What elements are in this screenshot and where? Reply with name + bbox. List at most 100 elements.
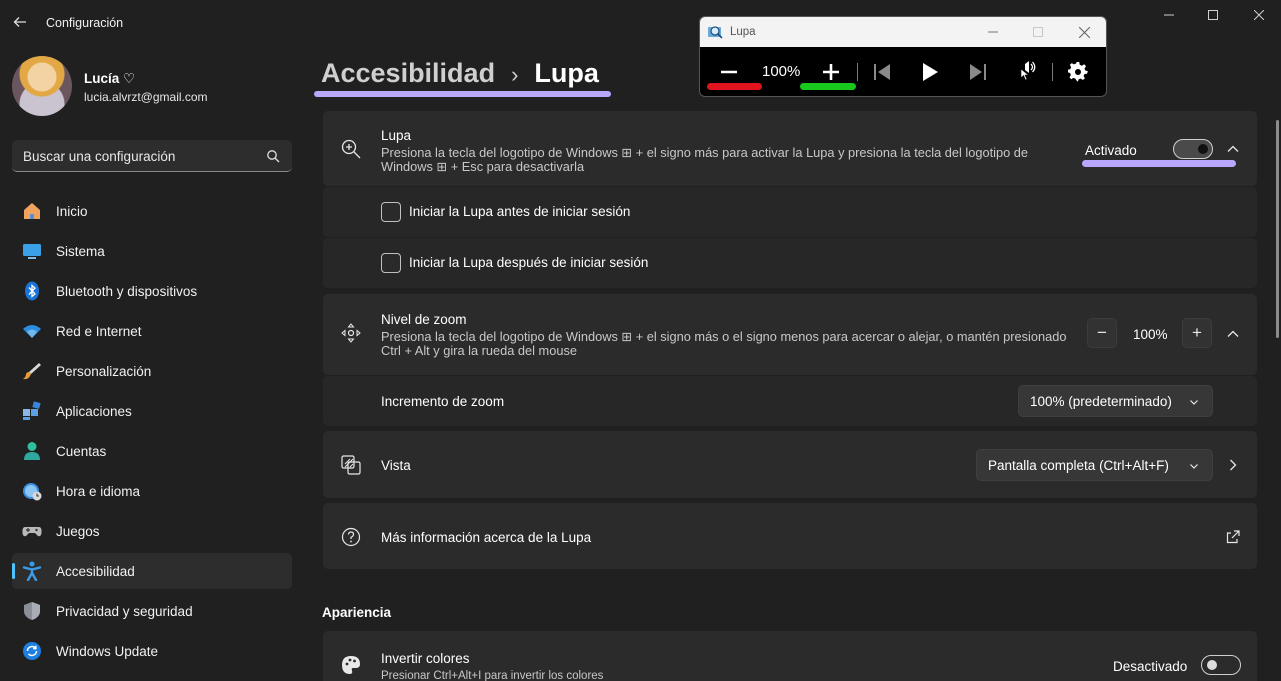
more-info-title: Más información acerca de la Lupa xyxy=(381,530,592,545)
update-icon xyxy=(23,642,41,660)
sidebar-item-label: Juegos xyxy=(56,524,100,539)
scrollbar[interactable] xyxy=(1276,120,1279,338)
close-button[interactable] xyxy=(1239,4,1279,26)
magnifier-window: Lupa 100% xyxy=(699,16,1107,97)
sidebar-item-red[interactable]: Red e Internet xyxy=(12,313,292,349)
user-email: lucia.alvrzt@gmail.com xyxy=(84,90,208,104)
sidebar-item-label: Windows Update xyxy=(56,644,159,659)
sidebar-item-label: Inicio xyxy=(56,204,88,219)
magnifier-maximize-button[interactable] xyxy=(1028,23,1048,41)
magnifier-play-button[interactable] xyxy=(915,57,945,87)
back-button[interactable] xyxy=(8,10,32,34)
view-mode-dropdown[interactable]: Pantalla completa (Ctrl+Alt+F) xyxy=(976,449,1213,481)
sidebar-item-cuentas[interactable]: Cuentas xyxy=(12,433,292,469)
toggle-knob xyxy=(1198,144,1208,154)
chevron-up-icon[interactable] xyxy=(1225,326,1241,342)
option-row: Iniciar la Lupa antes de iniciar sesión xyxy=(323,187,1257,237)
invert-colors-toggle[interactable] xyxy=(1201,655,1241,675)
zoom-level-card[interactable]: Nivel de zoom Presiona la tecla del logo… xyxy=(323,294,1257,375)
section-title: Apariencia xyxy=(322,605,392,620)
view-mode-icon xyxy=(341,455,361,475)
option-row: Iniciar la Lupa después de iniciar sesió… xyxy=(323,238,1257,288)
sidebar-item-label: Red e Internet xyxy=(56,324,142,339)
magnifier-toggle[interactable] xyxy=(1173,139,1213,159)
minimize-icon xyxy=(1164,14,1174,16)
magnifier-read-from-here-button[interactable] xyxy=(1012,57,1042,87)
zoom-increment-dropdown[interactable]: 100% (predeterminado) xyxy=(1018,385,1213,417)
sidebar-item-label: Sistema xyxy=(56,244,105,259)
sidebar-item-juegos[interactable]: Juegos xyxy=(12,513,292,549)
sidebar-item-label: Bluetooth y dispositivos xyxy=(56,284,198,299)
globe-clock-icon xyxy=(23,483,42,501)
external-link-icon[interactable] xyxy=(1225,529,1241,545)
sidebar-item-sistema[interactable]: Sistema xyxy=(12,233,292,269)
toolbar-separator xyxy=(857,63,858,81)
magnifier-window-titlebar[interactable]: Lupa xyxy=(700,17,1106,47)
checkbox-before-signin[interactable] xyxy=(381,202,401,222)
skip-back-icon xyxy=(874,64,890,80)
highlight-underline xyxy=(314,91,611,97)
arrow-left-icon xyxy=(13,17,26,27)
toggle-knob xyxy=(1207,660,1217,670)
monitor-icon xyxy=(23,244,41,259)
zoom-increase-button[interactable]: + xyxy=(1182,318,1212,348)
sidebar-item-bluetooth[interactable]: Bluetooth y dispositivos xyxy=(12,273,292,309)
magnifier-settings-button[interactable] xyxy=(1063,57,1093,87)
wifi-icon xyxy=(23,325,41,338)
invert-colors-card[interactable]: Invertir colores Presionar Ctrl+Alt+I pa… xyxy=(323,631,1257,681)
zoom-in-icon xyxy=(341,139,361,159)
breadcrumb-parent[interactable]: Accesibilidad xyxy=(321,58,495,89)
search-icon xyxy=(267,150,280,163)
person-icon xyxy=(24,442,40,460)
checkbox-label: Iniciar la Lupa después de iniciar sesió… xyxy=(409,255,649,270)
chevron-up-icon[interactable] xyxy=(1225,141,1241,157)
avatar[interactable] xyxy=(12,56,72,116)
read-from-cursor-icon xyxy=(1020,61,1036,81)
view-title: Vista xyxy=(381,458,411,473)
palette-icon xyxy=(342,656,360,674)
zoom-title: Nivel de zoom xyxy=(381,312,467,327)
magnifier-minimize-button[interactable] xyxy=(983,23,1003,41)
sidebar-item-accesibilidad[interactable]: Accesibilidad xyxy=(12,553,292,589)
view-card[interactable]: Vista Pantalla completa (Ctrl+Alt+F) xyxy=(323,431,1257,498)
minimize-button[interactable] xyxy=(1149,4,1189,26)
dropdown-value: Pantalla completa (Ctrl+Alt+F) xyxy=(988,458,1169,473)
more-info-card[interactable]: Más información acerca de la Lupa xyxy=(323,503,1257,569)
sidebar-item-aplicaciones[interactable]: Aplicaciones xyxy=(12,393,292,429)
magnifier-window-title: Lupa xyxy=(730,26,756,38)
invert-colors-title: Invertir colores xyxy=(381,651,470,666)
plus-icon xyxy=(823,64,839,80)
bluetooth-icon xyxy=(25,281,39,301)
search-input[interactable]: Buscar una configuración xyxy=(12,140,292,172)
highlight-underline-red xyxy=(707,83,762,90)
sidebar-item-label: Aplicaciones xyxy=(56,404,132,419)
checkbox-after-signin[interactable] xyxy=(381,253,401,273)
invert-colors-state-label: Desactivado xyxy=(1113,659,1188,674)
dropdown-value: 100% (predeterminado) xyxy=(1030,394,1172,409)
sidebar-item-label: Privacidad y seguridad xyxy=(56,604,193,619)
sidebar-item-inicio[interactable]: Inicio xyxy=(12,193,292,229)
magnifier-next-button[interactable] xyxy=(963,57,993,87)
home-icon xyxy=(24,203,40,219)
sidebar-item-hora[interactable]: Hora e idioma xyxy=(12,473,292,509)
close-icon xyxy=(1254,10,1264,20)
zoom-value: 100% xyxy=(1133,327,1168,342)
magnifier-close-button[interactable] xyxy=(1074,23,1094,41)
magnifier-previous-button[interactable] xyxy=(867,57,897,87)
sidebar-item-windows-update[interactable]: Windows Update xyxy=(12,633,292,669)
magnifier-state-label: Activado xyxy=(1085,143,1137,158)
magnifier-card[interactable]: Lupa Presiona la tecla del logotipo de W… xyxy=(323,111,1257,186)
sidebar-item-personalizacion[interactable]: Personalización xyxy=(12,353,292,389)
minus-icon xyxy=(721,70,737,74)
zoom-increment-label: Incremento de zoom xyxy=(381,394,505,409)
sidebar-item-privacidad[interactable]: Privacidad y seguridad xyxy=(12,593,292,629)
user-name: Lucía ♡ xyxy=(84,71,136,86)
zoom-decrease-button[interactable]: − xyxy=(1087,318,1117,348)
app-title: Configuración xyxy=(46,16,124,30)
skip-forward-icon xyxy=(970,64,986,80)
chevron-right-icon[interactable] xyxy=(1225,457,1241,473)
move-icon xyxy=(341,323,361,343)
zoom-description: Presiona la tecla del logotipo de Window… xyxy=(381,329,1067,358)
maximize-button[interactable] xyxy=(1193,4,1233,26)
gamepad-icon xyxy=(22,527,42,537)
